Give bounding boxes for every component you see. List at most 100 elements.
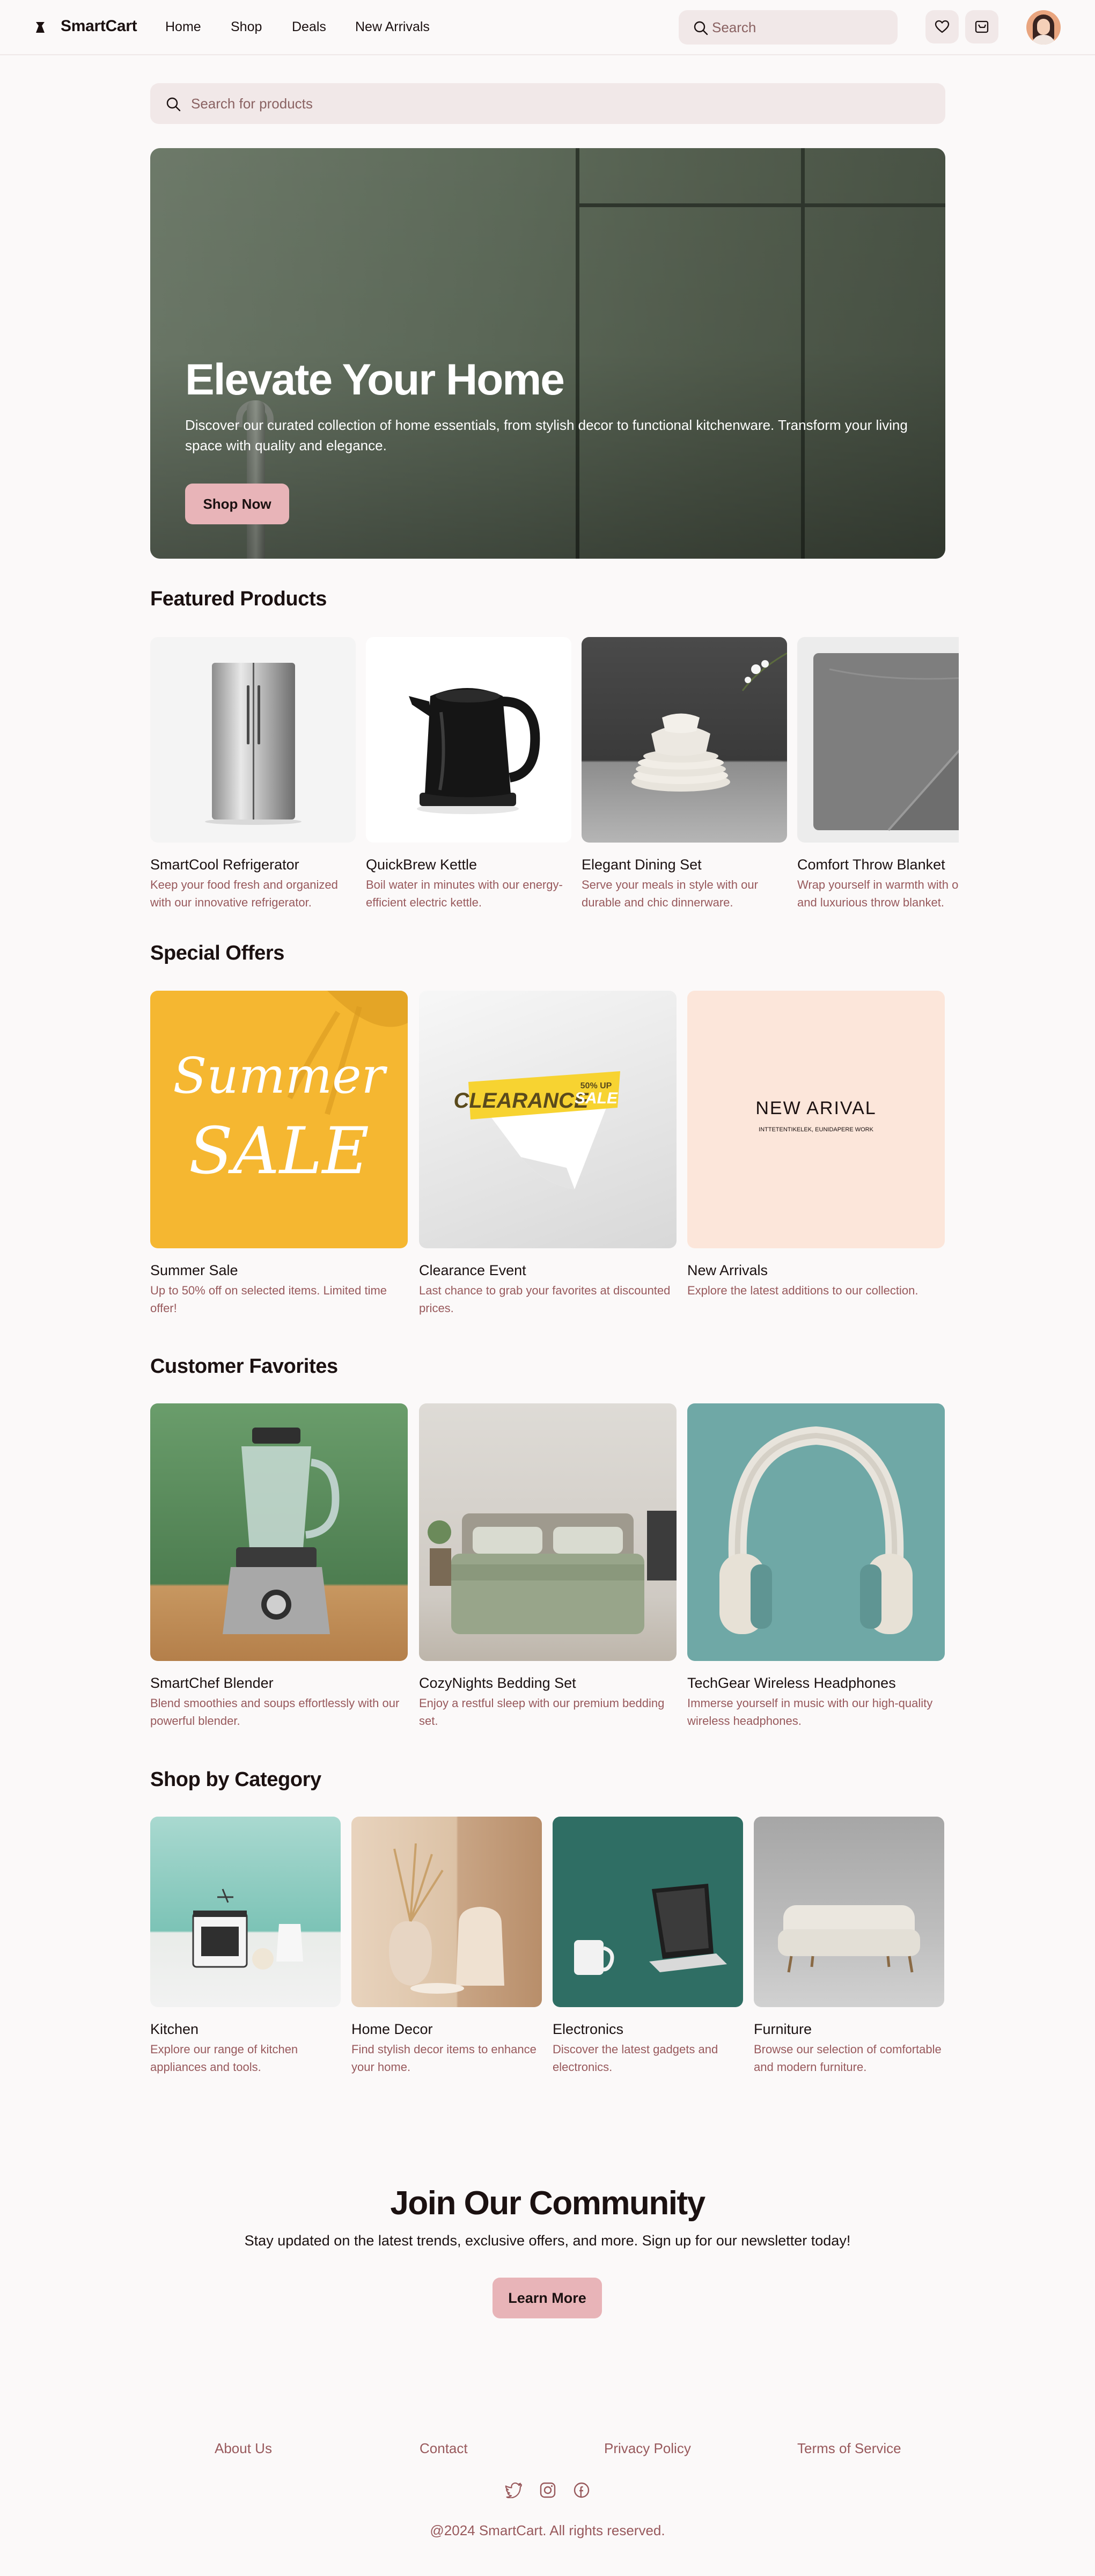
- offer-card[interactable]: Summer SALE Summer Sale Up to 50% off on…: [150, 991, 408, 1317]
- offers-title: Special Offers: [150, 942, 284, 964]
- community-subtitle: Stay updated on the latest trends, exclu…: [244, 2233, 851, 2249]
- summer-sale-script-2: SALE: [189, 1114, 369, 1189]
- footer-terms-of-service[interactable]: Terms of Service: [797, 2440, 901, 2457]
- refrigerator-image: [150, 637, 356, 843]
- offer-name[interactable]: New Arrivals: [687, 1261, 945, 1279]
- new-arrival-image: NEW ARIVAL INTTETENTIKELEK, EUNIDAPERE W…: [687, 991, 945, 1248]
- furniture-image: [754, 1817, 944, 2007]
- favorites-title: Customer Favorites: [150, 1355, 338, 1378]
- summer-sale-script: Summer: [173, 1047, 387, 1104]
- category-description: Explore our range of kitchen appliances …: [150, 2043, 298, 2074]
- clearance-sale: SALE: [575, 1089, 618, 1107]
- bedding-image: [419, 1403, 677, 1661]
- product-description: Keep your food fresh and organized with …: [150, 878, 338, 909]
- avatar[interactable]: [1026, 10, 1061, 45]
- categories-title: Shop by Category: [150, 1768, 321, 1791]
- product-name[interactable]: SmartChef Blender: [150, 1674, 408, 1692]
- clearance-image: CLEARANCE 50% UP SALE: [419, 991, 677, 1248]
- learn-more-button[interactable]: Learn More: [493, 2278, 602, 2318]
- logo-icon[interactable]: [33, 20, 47, 34]
- nav-home[interactable]: Home: [165, 19, 201, 35]
- heart-icon: [935, 20, 950, 33]
- category-card[interactable]: Furniture Browse our selection of comfor…: [754, 1817, 944, 2076]
- category-name[interactable]: Home Decor: [351, 2020, 542, 2038]
- offer-name[interactable]: Summer Sale: [150, 1261, 408, 1279]
- offer-name[interactable]: Clearance Event: [419, 1261, 677, 1279]
- featured-carousel[interactable]: SmartCool Refrigerator Keep your food fr…: [150, 637, 959, 916]
- product-name[interactable]: TechGear Wireless Headphones: [687, 1674, 945, 1692]
- top-bar: SmartCart Home Shop Deals New Arrivals: [0, 0, 1095, 55]
- search-icon: [694, 21, 708, 35]
- product-description: Enjoy a restful sleep with our premium b…: [419, 1696, 665, 1728]
- product-description: Boil water in minutes with our energy-ef…: [366, 878, 563, 909]
- product-card[interactable]: Elegant Dining Set Serve your meals in s…: [582, 637, 787, 911]
- search-icon: [166, 97, 181, 112]
- blender-image: [150, 1403, 408, 1661]
- cart-icon: [975, 20, 989, 33]
- home-decor-image: [351, 1817, 542, 2007]
- cart-button[interactable]: [965, 10, 998, 43]
- community-title: Join Our Community: [390, 2185, 705, 2222]
- product-card[interactable]: SmartCool Refrigerator Keep your food fr…: [150, 637, 356, 911]
- product-card[interactable]: Comfort Throw Blanket Wrap yourself in w…: [797, 637, 959, 911]
- new-arrival-art-small: INTTETENTIKELEK, EUNIDAPERE WORK: [759, 1126, 874, 1133]
- header-search[interactable]: [679, 10, 898, 45]
- footer-contact[interactable]: Contact: [420, 2440, 468, 2457]
- shop-now-button[interactable]: Shop Now: [185, 484, 289, 524]
- product-description: Serve your meals in style with our durab…: [582, 878, 758, 909]
- product-card[interactable]: TechGear Wireless Headphones Immerse you…: [687, 1403, 945, 1730]
- product-description: Blend smoothies and soups effortlessly w…: [150, 1696, 400, 1728]
- category-description: Discover the latest gadgets and electron…: [553, 2043, 718, 2074]
- offer-card[interactable]: NEW ARIVAL INTTETENTIKELEK, EUNIDAPERE W…: [687, 991, 945, 1299]
- clearance-text: CLEARANCE: [453, 1089, 589, 1113]
- product-description: Wrap yourself in warmth with our soft an…: [797, 878, 959, 909]
- kitchen-image: [150, 1817, 341, 2007]
- product-card[interactable]: SmartChef Blender Blend smoothies and so…: [150, 1403, 408, 1730]
- copyright: @2024 SmartCart. All rights reserved.: [430, 2522, 665, 2538]
- offer-description: Last chance to grab your favorites at di…: [419, 1284, 671, 1315]
- category-name[interactable]: Electronics: [553, 2020, 743, 2038]
- blanket-image: [797, 637, 959, 843]
- wishlist-button[interactable]: [925, 10, 959, 43]
- headphones-image: [687, 1403, 945, 1661]
- product-card[interactable]: QuickBrew Kettle Boil water in minutes w…: [366, 637, 571, 911]
- category-card[interactable]: Electronics Discover the latest gadgets …: [553, 1817, 743, 2076]
- summer-sale-image: Summer SALE: [150, 991, 408, 1248]
- offer-description: Up to 50% off on selected items. Limited…: [150, 1284, 387, 1315]
- category-name[interactable]: Kitchen: [150, 2020, 341, 2038]
- nav-deals[interactable]: Deals: [292, 19, 326, 35]
- twitter-icon[interactable]: [503, 2479, 525, 2501]
- hero-banner: Elevate Your Home Discover our curated c…: [150, 148, 945, 559]
- category-card[interactable]: Home Decor Find stylish decor items to e…: [351, 1817, 542, 2076]
- product-name[interactable]: CozyNights Bedding Set: [419, 1674, 677, 1692]
- category-card[interactable]: Kitchen Explore our range of kitchen app…: [150, 1817, 341, 2076]
- header-search-input[interactable]: [712, 19, 898, 36]
- nav-shop[interactable]: Shop: [231, 19, 262, 35]
- footer-about-us[interactable]: About Us: [215, 2440, 272, 2457]
- footer-privacy-policy[interactable]: Privacy Policy: [604, 2440, 691, 2457]
- product-description: Immerse yourself in music with our high-…: [687, 1696, 933, 1728]
- new-arrival-art-title: NEW ARIVAL: [755, 1098, 876, 1118]
- product-search[interactable]: [150, 83, 945, 124]
- hero-subtitle: Discover our curated collection of home …: [185, 417, 908, 453]
- product-search-input[interactable]: [191, 95, 945, 112]
- facebook-icon[interactable]: [571, 2479, 592, 2501]
- hero-title: Elevate Your Home: [185, 355, 565, 404]
- electronics-image: [553, 1817, 743, 2007]
- offer-card[interactable]: CLEARANCE 50% UP SALE Clearance Event La…: [419, 991, 677, 1317]
- offer-description: Explore the latest additions to our coll…: [687, 1284, 918, 1297]
- category-name[interactable]: Furniture: [754, 2020, 944, 2038]
- product-name[interactable]: Comfort Throw Blanket: [797, 855, 959, 874]
- category-description: Browse our selection of comfortable and …: [754, 2043, 942, 2074]
- category-description: Find stylish decor items to enhance your…: [351, 2043, 537, 2074]
- dining-set-image: [582, 637, 787, 843]
- instagram-icon[interactable]: [537, 2479, 558, 2501]
- kettle-image: [366, 637, 571, 843]
- product-name[interactable]: Elegant Dining Set: [582, 855, 787, 874]
- product-name[interactable]: SmartCool Refrigerator: [150, 855, 356, 874]
- product-card[interactable]: CozyNights Bedding Set Enjoy a restful s…: [419, 1403, 677, 1730]
- product-name[interactable]: QuickBrew Kettle: [366, 855, 571, 874]
- nav-new-arrivals[interactable]: New Arrivals: [355, 19, 430, 35]
- brand-name[interactable]: SmartCart: [61, 17, 137, 35]
- featured-title: Featured Products: [150, 588, 327, 610]
